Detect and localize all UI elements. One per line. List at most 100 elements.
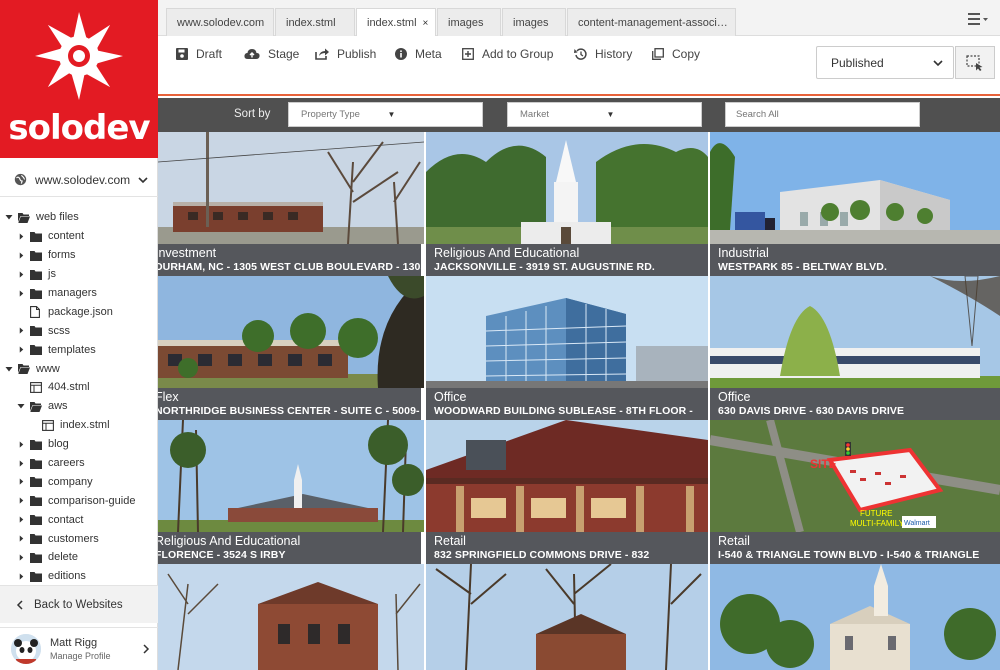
caret-right-icon[interactable] [16, 496, 26, 506]
listing-card[interactable]: Office WOODWARD BUILDING SUBLEASE - 8TH … [426, 276, 708, 420]
caret-down-icon[interactable] [16, 401, 26, 411]
listing-card[interactable]: Investment DURHAM, NC - 1305 WEST CLUB B… [158, 132, 424, 276]
caret-right-icon[interactable] [16, 515, 26, 525]
tab-label: images [448, 16, 484, 29]
tab-content-management[interactable]: content-management-associ… [567, 8, 736, 36]
caret-right-icon[interactable] [16, 477, 26, 487]
tab-images-2[interactable]: images [502, 8, 566, 36]
tree-item-managers[interactable]: managers [0, 284, 158, 303]
listing-photo [710, 276, 1000, 388]
listing-card[interactable]: Religious And Educational JACKSONVILLE -… [426, 132, 708, 276]
meta-button[interactable]: Meta [395, 44, 442, 64]
publish-status-select[interactable]: Published [816, 46, 954, 79]
dropdown-triangle-icon: ▼ [606, 110, 615, 119]
listing-photo: SITE FUTURE MULTI-FAMILY Walmart [710, 420, 1000, 532]
tree-item-web-files[interactable]: web files [0, 208, 158, 227]
property-type-select[interactable]: Property Type ▼ [288, 102, 483, 127]
listing-card[interactable]: SITE FUTURE MULTI-FAMILY Walmart Retail … [710, 420, 1000, 564]
tree-item-index-stml[interactable]: index.stml [0, 416, 158, 435]
search-all-input[interactable] [725, 102, 920, 127]
listing-photo [426, 132, 708, 244]
hamburger-menu-icon[interactable] [968, 12, 988, 26]
tab-index-1[interactable]: index.stml [275, 8, 355, 36]
tree-item-customers[interactable]: customers [0, 529, 158, 548]
market-select[interactable]: Market ▼ [507, 102, 702, 127]
user-profile[interactable]: Matt Rigg Manage Profile [0, 627, 158, 670]
tree-item-scss[interactable]: scss [0, 321, 158, 340]
caret-right-icon[interactable] [16, 552, 26, 562]
tree-item-editions[interactable]: editions [0, 567, 158, 582]
caret-right-icon[interactable] [16, 326, 26, 336]
tree-item-404-stml[interactable]: 404.stml [0, 378, 158, 397]
tree-item-aws[interactable]: aws [0, 397, 158, 416]
copy-button[interactable]: Copy [652, 44, 700, 64]
listing-caption: Office WOODWARD BUILDING SUBLEASE - 8TH … [426, 388, 708, 420]
caret-right-icon[interactable] [16, 439, 26, 449]
caret-right-icon[interactable] [16, 345, 26, 355]
listing-card[interactable]: Office 630 DAVIS DRIVE - 630 DAVIS DRIVE [710, 276, 1000, 420]
tree-item-www[interactable]: www [0, 359, 158, 378]
tree-item-comparison-guide[interactable]: comparison-guide [0, 491, 158, 510]
listing-photo [426, 564, 708, 670]
listing-card[interactable]: Retail 832 SPRINGFIELD COMMONS DRIVE - 8… [426, 420, 708, 564]
tree-item-label: package.json [48, 305, 113, 318]
caret-down-icon[interactable] [4, 212, 14, 222]
listing-card[interactable]: Religious And Educational FLORENCE - 352… [158, 420, 424, 564]
file-tree: web files content forms js managers package.j… [0, 208, 158, 582]
map-site-label: SITE [810, 457, 837, 471]
listing-card[interactable]: Industrial WESTPARK 85 - BELTWAY BLVD. [710, 132, 1000, 276]
close-tab-icon[interactable]: × [423, 18, 429, 29]
page-icon [30, 382, 42, 393]
tree-item-js[interactable]: js [0, 265, 158, 284]
tree-item-company[interactable]: company [0, 472, 158, 491]
tree-item-contact[interactable]: contact [0, 510, 158, 529]
tree-item-content[interactable]: content [0, 227, 158, 246]
status-value: Published [831, 55, 884, 70]
stage-button[interactable]: Stage [244, 44, 299, 64]
manage-profile-label: Manage Profile [50, 651, 111, 661]
draft-button[interactable]: Draft [176, 44, 222, 64]
caret-right-icon[interactable] [16, 458, 26, 468]
property-type-label: Investment [158, 246, 217, 260]
chevron-right-icon [143, 644, 150, 654]
listing-card[interactable] [710, 564, 1000, 670]
plus-square-icon [462, 48, 474, 60]
listing-card[interactable] [426, 564, 708, 670]
share-icon [315, 48, 329, 60]
tree-item-forms[interactable]: forms [0, 246, 158, 265]
tab-index-active[interactable]: index.stml × [356, 8, 436, 37]
starburst-logo-icon [35, 12, 123, 100]
listing-address: I-540 & TRIANGLE TOWN BLVD - I-540 & TRI… [718, 549, 980, 561]
caret-right-icon[interactable] [16, 269, 26, 279]
listing-card[interactable]: Flex NORTHRIDGE BUSINESS CENTER - SUITE … [158, 276, 424, 420]
tree-item-label: delete [48, 551, 78, 564]
add-to-group-button[interactable]: Add to Group [462, 44, 553, 64]
caret-right-icon[interactable] [16, 571, 26, 581]
publish-button[interactable]: Publish [315, 44, 376, 64]
listing-card[interactable] [158, 564, 424, 670]
tree-item-delete[interactable]: delete [0, 548, 158, 567]
site-selector[interactable]: www.solodev.com [0, 163, 158, 197]
tab-site[interactable]: www.solodev.com [166, 8, 274, 36]
filter-bar: Sort by Property Type ▼ Market ▼ [158, 98, 1000, 132]
solodev-logo[interactable]: solodev [0, 0, 158, 158]
user-name: Matt Rigg [50, 637, 98, 649]
tree-item-blog[interactable]: blog [0, 435, 158, 454]
select-tool-button[interactable] [955, 46, 995, 79]
folder-icon [30, 533, 42, 545]
caret-right-icon[interactable] [16, 534, 26, 544]
tree-item-package-json[interactable]: package.json [0, 302, 158, 321]
avatar [11, 634, 41, 664]
folder-icon [30, 250, 42, 261]
tree-item-careers[interactable]: careers [0, 454, 158, 473]
caret-down-icon[interactable] [4, 364, 14, 374]
history-button[interactable]: History [574, 44, 632, 64]
caret-right-icon[interactable] [16, 231, 26, 241]
listing-photo [426, 420, 708, 532]
caret-right-icon[interactable] [16, 250, 26, 260]
caret-right-icon[interactable] [16, 288, 26, 298]
market-value: Market [520, 109, 550, 120]
tab-images-1[interactable]: images [437, 8, 501, 36]
back-to-websites-link[interactable]: Back to Websites [0, 585, 158, 623]
tree-item-templates[interactable]: templates [0, 340, 158, 359]
